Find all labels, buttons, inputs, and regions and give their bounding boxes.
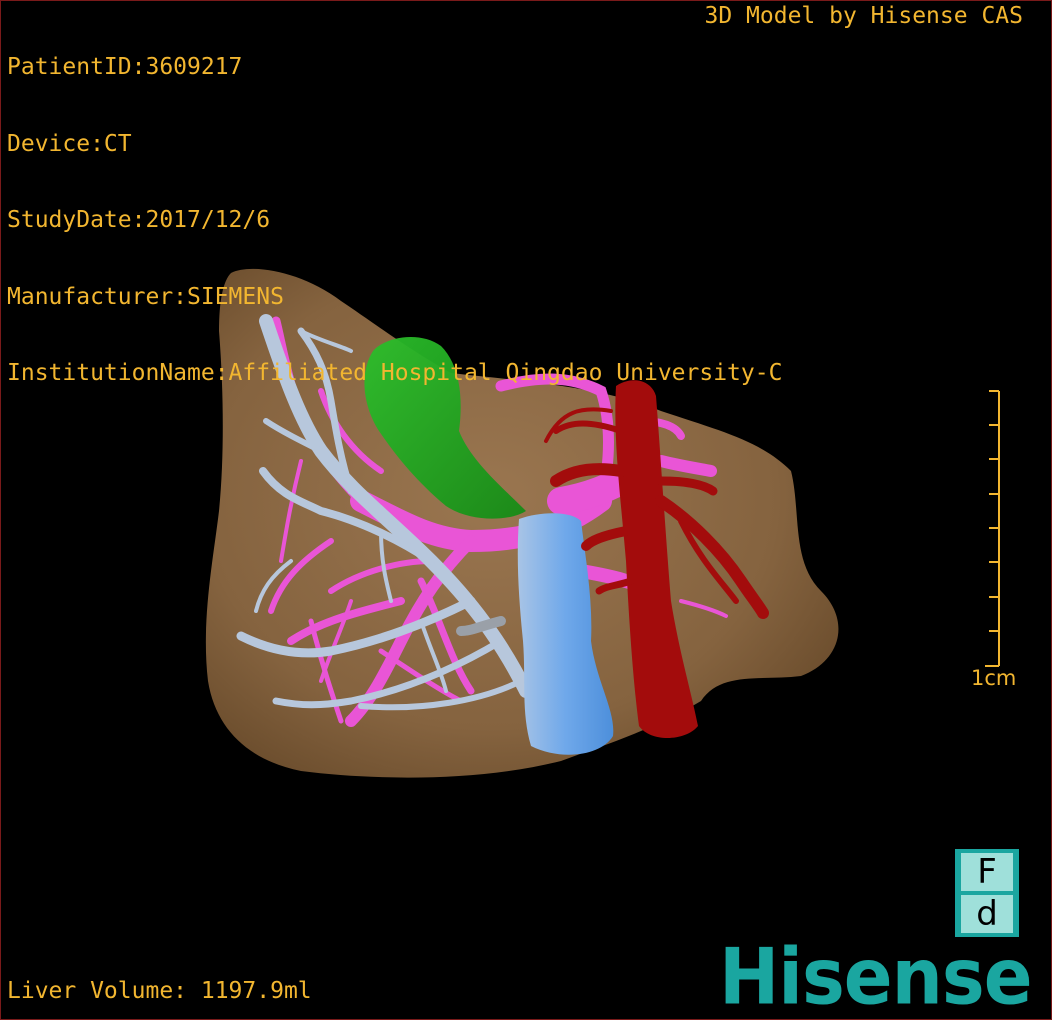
3d-viewport[interactable]: PatientID:3609217 Device:CT StudyDate:20… [0,0,1052,1020]
fd-logo-badge: F d [955,849,1019,937]
liver-volume-text: Liver Volume: 1197.9ml [7,978,312,1004]
hisense-logo-text: Hisense [719,931,1033,1020]
scale-bar-label: 1cm [971,666,1017,690]
scale-bar [985,390,1000,667]
fd-logo-top: F [961,853,1013,891]
fd-logo-bottom: d [961,895,1013,933]
